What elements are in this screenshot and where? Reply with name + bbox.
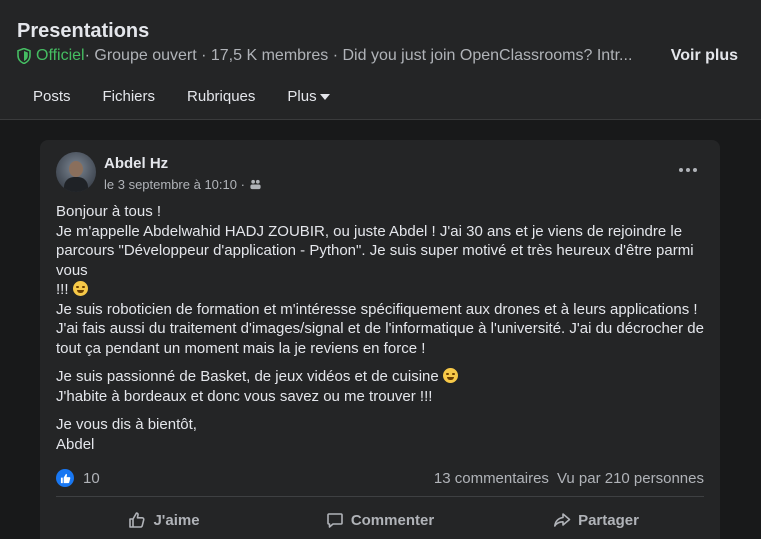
wink-emoji-icon [442,368,458,383]
like-button[interactable]: J'aime [56,502,272,538]
comment-icon [327,513,343,528]
post-line: Je suis roboticien de formation et m'int… [56,300,704,357]
post-line: Bonjour à tous ! [56,203,162,220]
post-line: !!! [56,281,73,298]
like-count[interactable]: 10 [83,470,100,487]
group-tabs: Posts Fichiers Rubriques Plus [17,86,346,107]
post-author[interactable]: Abdel Hz [104,155,168,172]
group-audience-icon [250,179,261,190]
see-more-link[interactable]: Voir plus [671,47,738,65]
tab-fichiers[interactable]: Fichiers [87,86,172,107]
tab-plus[interactable]: Plus [271,86,345,107]
share-icon [554,513,571,527]
post-body: Bonjour à tous ! Je m'appelle Abdelwahid… [56,202,706,463]
avatar-body [64,177,88,192]
avatar-face [69,161,83,177]
shield-icon [17,48,31,64]
tab-posts[interactable]: Posts [17,86,87,107]
post-stats: 13 commentaires Vu par 210 personnes [434,470,704,487]
comments-count[interactable]: 13 commentaires [434,470,549,487]
post-actions: J'aime Commenter Partager [56,502,704,538]
comment-button[interactable]: Commenter [272,502,488,538]
official-badge: Officiel [17,47,85,65]
group-header: Presentations Officiel · Groupe ouvert ·… [0,0,761,120]
post-line: Je suis passionné de Basket, de jeux vid… [56,368,443,385]
share-button-label: Partager [578,511,639,529]
more-options-icon[interactable] [674,160,702,180]
group-title[interactable]: Presentations [17,20,149,43]
post-paragraph-1: Bonjour à tous ! Je m'appelle Abdelwahid… [56,202,706,358]
post-line: Je vous dis à bientôt, [56,416,197,433]
group-meta-text: · Groupe ouvert · 17,5 K membres · Did y… [84,47,633,64]
group-meta-row: Officiel · Groupe ouvert · 17,5 K membre… [17,47,632,65]
grinning-emoji-icon [72,281,88,296]
avatar[interactable] [56,152,96,192]
share-button[interactable]: Partager [488,502,704,538]
post-meta: le 3 septembre à 10:10 · [104,177,262,192]
official-label: Officiel [36,47,85,64]
like-button-label: J'aime [153,511,200,529]
post-card: Abdel Hz le 3 septembre à 10:10 · Bonjou… [40,140,720,539]
reactions-bar: 10 13 commentaires Vu par 210 personnes [56,466,704,490]
caret-down-icon [319,93,330,100]
post-date[interactable]: le 3 septembre à 10:10 · [104,177,245,192]
like-reaction-icon[interactable] [56,469,74,487]
post-line: Je m'appelle Abdelwahid HADJ ZOUBIR, ou … [56,222,694,279]
thumbs-up-icon [129,512,146,528]
post-paragraph-2: Je suis passionné de Basket, de jeux vid… [56,367,706,406]
tab-rubriques[interactable]: Rubriques [171,86,271,107]
post-paragraph-3: Je vous dis à bientôt, Abdel [56,415,706,454]
views-count[interactable]: Vu par 210 personnes [557,470,704,487]
post-line: J'habite à bordeaux et donc vous savez o… [56,387,433,405]
divider [56,496,704,497]
tab-plus-label: Plus [287,88,317,105]
comment-button-label: Commenter [350,511,435,529]
post-line: Abdel [56,435,95,453]
